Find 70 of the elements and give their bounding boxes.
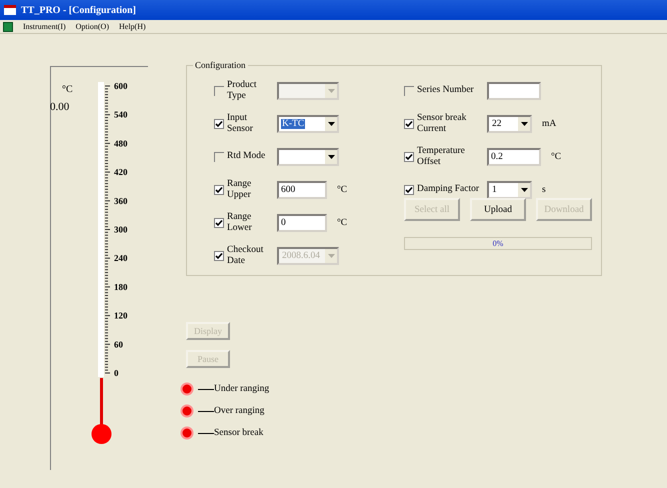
unit-label: °C (337, 184, 348, 194)
scale-label: 540 (114, 110, 128, 120)
dropdown-arrow-icon (328, 154, 334, 158)
checkbox[interactable] (214, 118, 224, 128)
indicator-label: Sensor break (214, 428, 264, 438)
scale-label: 600 (114, 81, 128, 91)
checkbox[interactable] (404, 184, 414, 194)
unit-label: s (542, 184, 546, 194)
indicator-label: Under ranging (214, 384, 270, 394)
mercury (92, 378, 112, 444)
checkbox[interactable] (214, 152, 224, 162)
dropdown-arrow-icon (328, 88, 334, 92)
dropdown-arrow-icon (520, 188, 528, 192)
input-field[interactable]: 0 (277, 214, 327, 232)
scale-label: 300 (114, 224, 128, 234)
scale-label: 240 (114, 253, 128, 264)
checkbox[interactable] (214, 218, 224, 228)
unit-label: °C (551, 152, 562, 162)
app-icon (4, 5, 16, 15)
dropdown[interactable] (277, 148, 339, 166)
dropdown-arrow-icon (520, 122, 528, 126)
input-field[interactable] (487, 82, 541, 100)
field-label: Product Type (227, 80, 258, 102)
dropdown-value: 2008.6.04 (281, 250, 321, 260)
dropdown[interactable]: K-TC (277, 114, 339, 132)
document-icon[interactable] (3, 22, 13, 32)
progress-text: 0% (492, 239, 504, 248)
field-label: Sensor break Current (417, 112, 468, 134)
leader-line (198, 432, 214, 434)
unit-label: °C (337, 218, 348, 228)
dropdown-arrow-icon (328, 254, 334, 258)
temperature-reading: 0.00 (50, 101, 70, 113)
scale-label: 0 (114, 368, 118, 378)
dropdown-value: 1 (491, 184, 498, 194)
field-label: Series Number (417, 85, 475, 96)
field-label: Temperature Offset (417, 146, 466, 168)
scale-label: 60 (114, 339, 123, 350)
checkbox[interactable] (404, 86, 414, 96)
menu-item[interactable]: Instrument(I) (23, 22, 66, 31)
scale-label: 360 (114, 196, 128, 206)
leader-line (198, 410, 214, 412)
checkbox[interactable] (214, 184, 224, 194)
unit-label: mA (542, 118, 556, 128)
field-label: Damping Factor (417, 184, 480, 195)
scale-label: 120 (114, 310, 128, 321)
field-label: Checkout Date (227, 244, 264, 266)
dropdown-value: K-TC (281, 118, 306, 128)
menu-item[interactable]: Help(H) (118, 22, 146, 31)
input-field[interactable]: 600 (277, 180, 327, 198)
menu-item[interactable]: Option(O) (76, 22, 109, 31)
dropdown[interactable]: 1 (487, 180, 532, 198)
dropdown-value: 22 (491, 118, 502, 128)
scale-label: 480 (114, 138, 128, 148)
field-label: Rtd Mode (227, 151, 266, 162)
action-button[interactable]: Upload (470, 198, 526, 221)
checkbox[interactable] (404, 118, 414, 128)
input-field[interactable]: 0.2 (487, 148, 541, 166)
indicator-label: Over ranging (214, 406, 264, 416)
scale-label: 420 (114, 167, 128, 178)
field-label: Input Sensor (227, 112, 254, 134)
field-label: Range Upper (227, 178, 252, 200)
unit-label: °C (62, 84, 73, 95)
dropdown[interactable]: 22 (487, 114, 532, 132)
leader-line (198, 388, 214, 390)
scale-label: 180 (114, 282, 128, 292)
dropdown-arrow-icon (328, 122, 334, 126)
window-title: TT_PRO - [Configuration] (21, 4, 136, 16)
field-label: Range Lower (227, 212, 253, 234)
checkbox[interactable] (404, 152, 414, 162)
group-title: Configuration (194, 60, 246, 70)
